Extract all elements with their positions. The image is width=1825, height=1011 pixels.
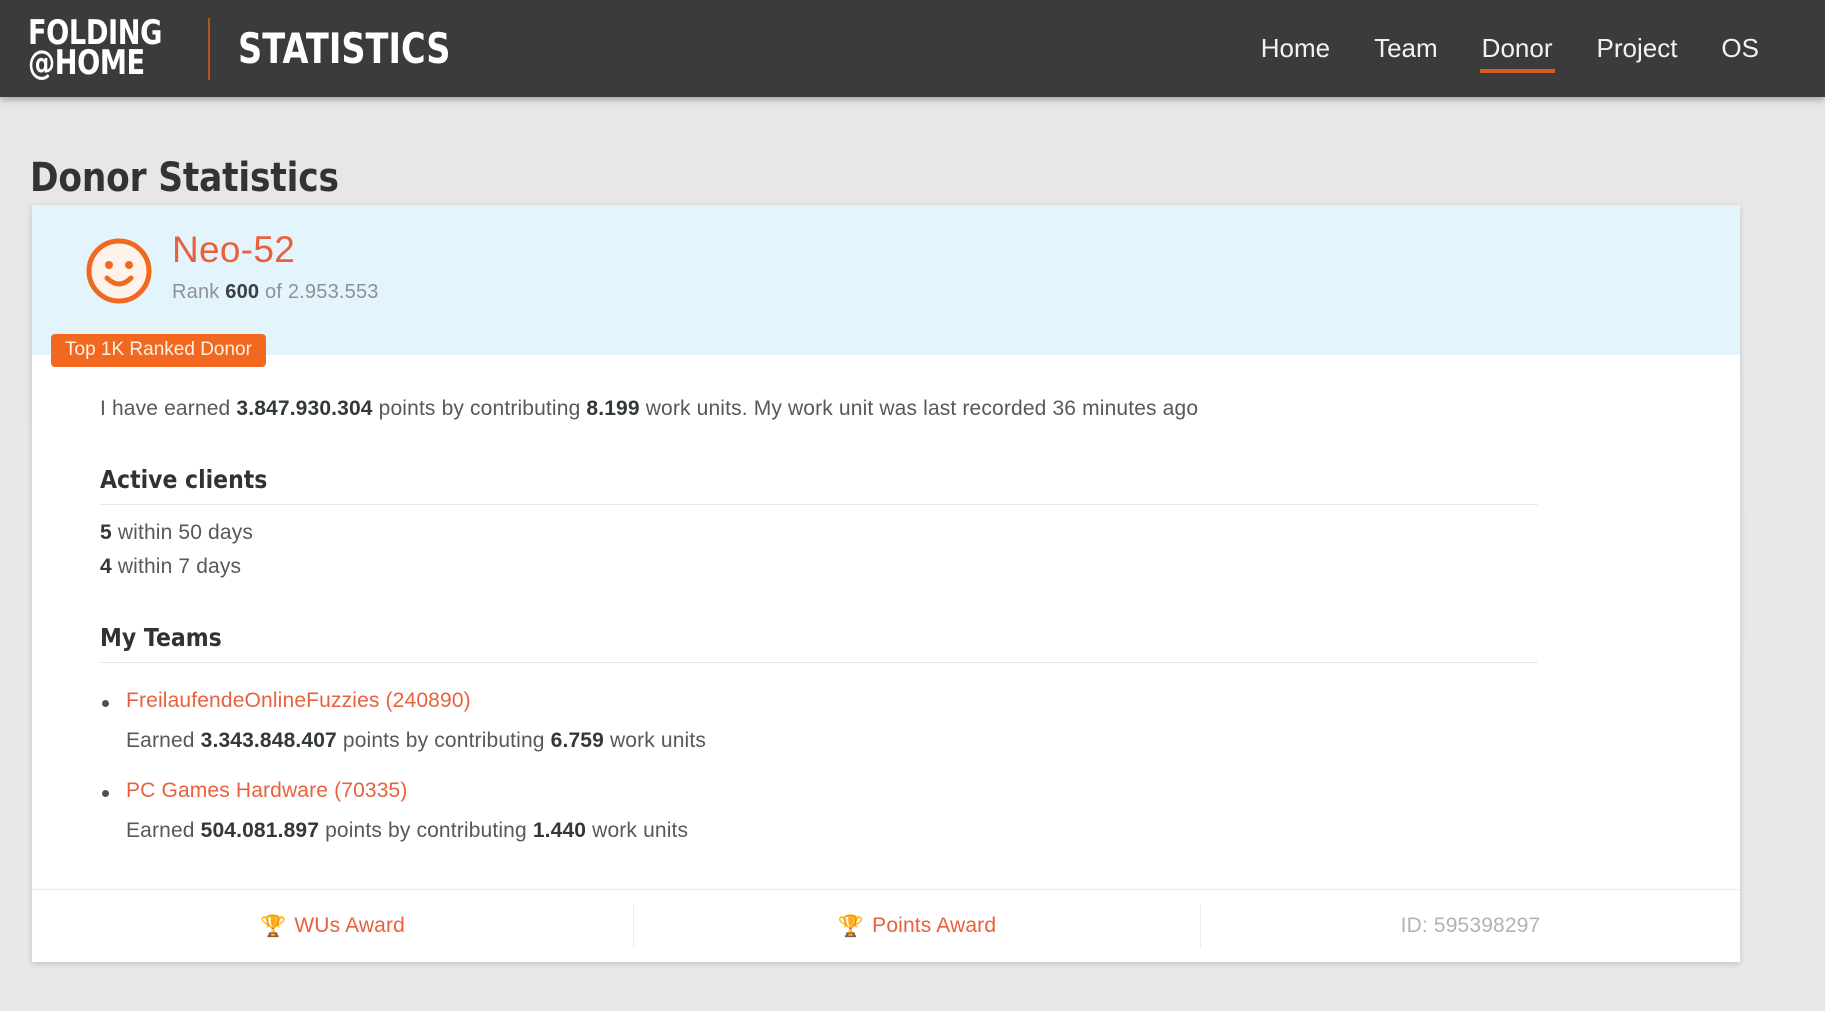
rank-value: 600 (225, 280, 260, 303)
page-root: FOLDING @HOME STATISTICS Home Team Donor… (0, 0, 1825, 1011)
nav-item-os[interactable]: OS (1699, 0, 1781, 97)
rank-total: of 2.953.553 (265, 280, 379, 303)
donor-card-body: I have earned 3.847.930.304 points by co… (32, 355, 1740, 889)
bullet-icon (102, 790, 109, 797)
donor-meta: Neo-52 Rank 600 of 2.953.553 (172, 229, 379, 304)
active-clients-label-7d: within 7 days (117, 555, 242, 578)
rank-label: Rank (172, 280, 220, 303)
wus-award-button[interactable]: 🏆 WUs Award (32, 904, 633, 948)
team-earned: Earned 504.081.897 points by contributin… (126, 819, 1700, 843)
trophy-icon: 🏆 (260, 914, 287, 938)
points-award-button[interactable]: 🏆 Points Award (633, 904, 1200, 948)
team-points: 504.081.897 (200, 819, 320, 842)
logo-line-2: @HOME (28, 42, 145, 83)
page-title: Donor Statistics (30, 154, 339, 201)
active-clients-row: 4 within 7 days (100, 555, 1700, 579)
team-earned: Earned 3.343.848.407 points by contribut… (126, 729, 1700, 753)
my-teams-heading: My Teams (100, 623, 1538, 663)
summary-points: 3.847.930.304 (236, 397, 373, 420)
trophy-icon: 🏆 (837, 914, 865, 938)
donor-id: ID: 595398297 (1200, 904, 1740, 948)
nav-item-team[interactable]: Team (1352, 0, 1460, 97)
status-badge: Top 1K Ranked Donor (51, 334, 266, 367)
list-item: PC Games Hardware (70335) Earned 504.081… (100, 779, 1700, 843)
site-section-title: STATISTICS (237, 24, 450, 73)
team-earned-mid: points by contributing (325, 819, 527, 842)
folding-at-home-wordmark: FOLDING @HOME (28, 16, 162, 83)
donor-name: Neo-52 (172, 229, 296, 270)
brand-divider (207, 17, 210, 80)
main-nav: Home Team Donor Project OS (1239, 0, 1781, 97)
list-item: FreilaufendeOnlineFuzzies (240890) Earne… (100, 689, 1700, 753)
team-earned-suffix: work units (609, 729, 706, 752)
donor-card-footer: 🏆 WUs Award 🏆 Points Award ID: 595398297 (32, 889, 1740, 962)
nav-item-home[interactable]: Home (1239, 0, 1352, 97)
team-earned-prefix: Earned (126, 729, 195, 752)
active-clients-label-50d: within 50 days (117, 521, 254, 544)
summary-mid: points by contributing (378, 397, 581, 420)
donor-identity-row: Neo-52 Rank 600 of 2.953.553 (32, 229, 1740, 306)
team-earned-prefix: Earned (126, 819, 195, 842)
donor-rank: Rank 600 of 2.953.553 (172, 281, 379, 304)
team-earned-mid: points by contributing (342, 729, 545, 752)
summary-lead: I have earned (100, 397, 231, 420)
donor-card-header: Neo-52 Rank 600 of 2.953.553 Top 1K Rank… (32, 205, 1740, 367)
active-clients-row: 5 within 50 days (100, 521, 1700, 545)
active-clients-count-7d: 4 (100, 555, 112, 578)
summary-work-units: 8.199 (586, 397, 640, 420)
team-earned-suffix: work units (592, 819, 689, 842)
top-navigation-bar: FOLDING @HOME STATISTICS Home Team Donor… (0, 0, 1825, 97)
donor-card: Neo-52 Rank 600 of 2.953.553 Top 1K Rank… (32, 205, 1740, 962)
active-clients-heading: Active clients (100, 465, 1538, 505)
points-award-label: Points Award (872, 914, 997, 937)
team-points: 3.343.848.407 (200, 729, 337, 752)
brand-logo[interactable]: FOLDING @HOME STATISTICS (28, 16, 503, 83)
team-link[interactable]: FreilaufendeOnlineFuzzies (240890) (126, 689, 471, 712)
teams-list: FreilaufendeOnlineFuzzies (240890) Earne… (100, 689, 1700, 843)
bullet-icon (102, 700, 109, 707)
team-link[interactable]: PC Games Hardware (70335) (126, 779, 408, 802)
wus-award-label: WUs Award (294, 914, 405, 937)
nav-item-project[interactable]: Project (1575, 0, 1700, 97)
team-work-units: 1.440 (532, 819, 587, 842)
smiley-avatar-icon (84, 236, 154, 306)
active-clients-count-50d: 5 (100, 521, 112, 544)
donor-summary: I have earned 3.847.930.304 points by co… (100, 397, 1700, 421)
summary-tail: work units. My work unit was last record… (645, 397, 1199, 420)
nav-item-donor[interactable]: Donor (1460, 0, 1575, 97)
team-work-units: 6.759 (550, 729, 604, 752)
